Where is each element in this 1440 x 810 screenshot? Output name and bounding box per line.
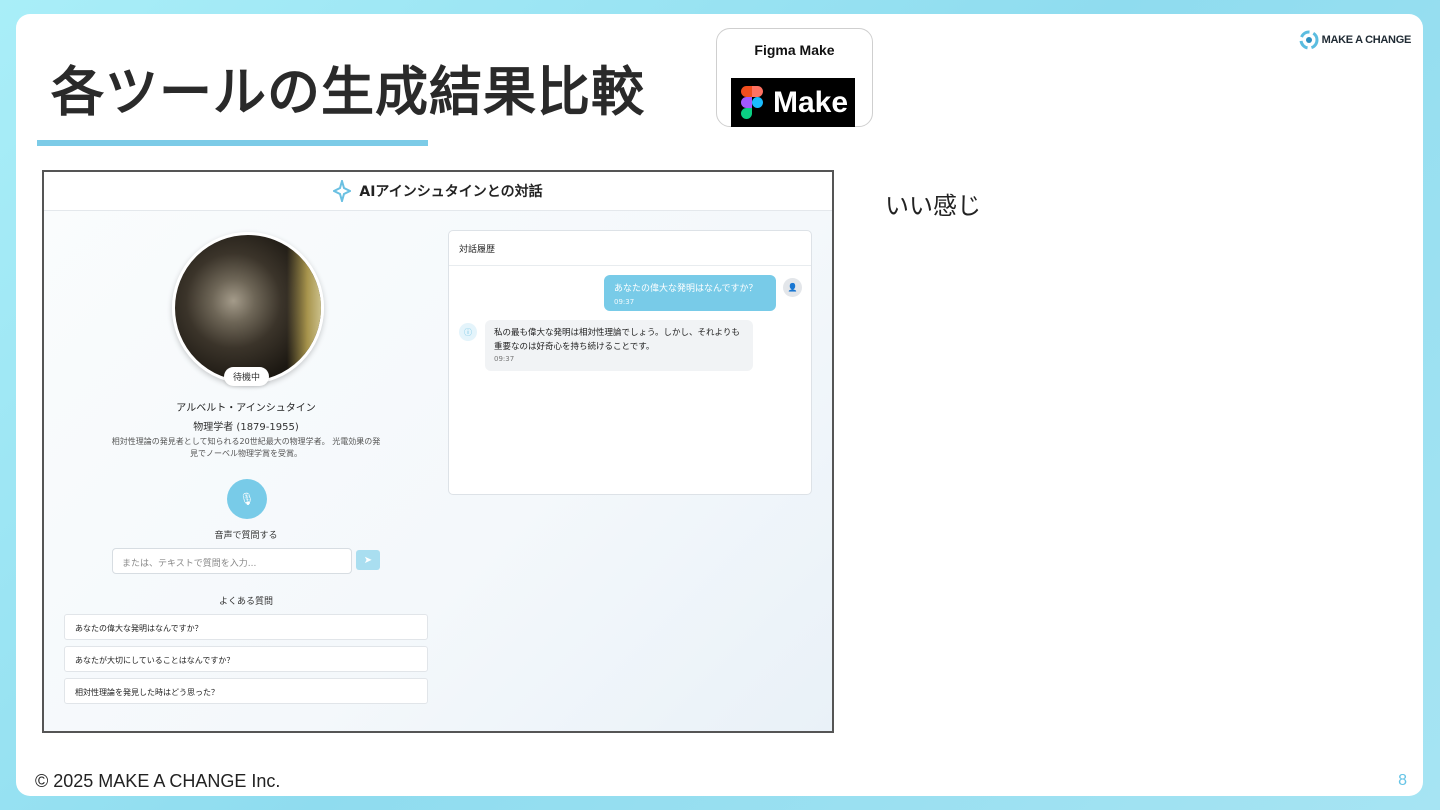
user-message-text: あなたの偉大な発明はなんですか？ xyxy=(614,284,758,294)
assistant-message-time: 09:37 xyxy=(494,355,515,363)
footer-copyright: © 2025 MAKE A CHANGE Inc. xyxy=(35,771,281,791)
mic-label: 音声で質問する xyxy=(214,531,278,541)
profile-description: 相対性理論の発見者として知られる20世紀最大の物理学者。 光電効果の発見でノーベ… xyxy=(111,437,381,458)
brand-logo: MAKE A CHANGE xyxy=(1299,30,1411,50)
avatar-backlight xyxy=(287,235,321,381)
assistant-icon: ⓘ xyxy=(459,323,477,341)
faq-item[interactable]: 相対性理論を発見した時はどう思った？ xyxy=(64,678,428,704)
mic-button[interactable]: 🎙 xyxy=(227,479,267,519)
assistant-message-text: 私の最も偉大な発明は相対性理論でしょう。しかし、それよりも重要なのは好奇心を持ち… xyxy=(494,328,740,352)
tool-badge: Figma Make Make xyxy=(716,28,873,127)
faq-item[interactable]: あなたの偉大な発明はなんですか？ xyxy=(64,614,428,640)
user-message-time: 09:37 xyxy=(614,298,635,306)
brand-swirl-icon xyxy=(1299,30,1319,50)
figma-icon xyxy=(741,86,763,119)
app-title: AIアインシュタインとの対話 xyxy=(359,184,543,200)
faq-item[interactable]: あなたが大切にしていることはなんですか？ xyxy=(64,646,428,672)
status-badge: 待機中 xyxy=(224,367,270,386)
slide-title: 各ツールの生成結果比較 xyxy=(51,62,645,123)
slide-comment: いい感じ xyxy=(885,192,981,220)
send-icon: ➤ xyxy=(363,554,373,566)
profile-name: アルベルト・アインシュタイン xyxy=(176,403,316,414)
page-number: 8 xyxy=(1398,772,1407,789)
app-screenshot: AIアインシュタインとの対話 待機中 アルベルト・アインシュタイン 物理学者 (… xyxy=(42,170,834,733)
figma-make-logo: Make xyxy=(731,78,855,127)
assistant-message: 私の最も偉大な発明は相対性理論でしょう。しかし、それよりも重要なのは好奇心を持ち… xyxy=(485,320,753,371)
title-underline xyxy=(37,140,428,146)
tool-badge-label: Figma Make xyxy=(754,42,835,58)
chat-history-title: 対話履歴 xyxy=(449,231,811,266)
user-message: あなたの偉大な発明はなんですか？ 09:37 xyxy=(604,275,776,311)
question-input[interactable]: または、テキストで質問を入力... xyxy=(112,548,352,574)
profile-role: 物理学者 (1879-1955) xyxy=(193,422,299,433)
chat-history-panel: 対話履歴 あなたの偉大な発明はなんですか？ 09:37 👤 ⓘ 私の最も偉大な発… xyxy=(448,230,812,495)
brand-name: MAKE A CHANGE xyxy=(1321,34,1412,46)
figma-make-logo-text: Make xyxy=(773,85,849,119)
user-icon: 👤 xyxy=(783,278,802,297)
slide: 各ツールの生成結果比較 Figma Make Make MAKE A CHANG… xyxy=(16,14,1423,796)
einstein-avatar xyxy=(172,232,324,384)
send-button[interactable]: ➤ xyxy=(356,550,380,570)
faq-heading: よくある質問 xyxy=(218,597,273,607)
app-header: AIアインシュタインとの対話 xyxy=(44,172,832,211)
sparkle-icon xyxy=(333,180,352,202)
mic-icon: 🎙 xyxy=(239,492,255,506)
